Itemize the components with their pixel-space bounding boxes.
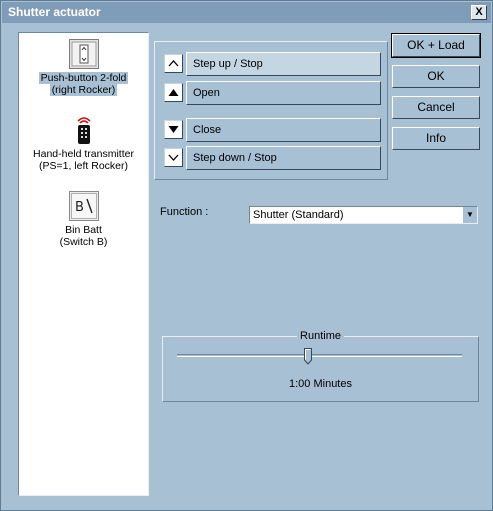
device-sublabel: (PS=1, left Rocker) bbox=[39, 160, 128, 172]
device-sublabel: (right Rocker) bbox=[49, 84, 118, 96]
close-shutter-button[interactable]: Close bbox=[186, 118, 381, 142]
cancel-button[interactable]: Cancel bbox=[392, 96, 480, 119]
runtime-slider-track[interactable] bbox=[177, 354, 462, 357]
runtime-value: 1:00 Minutes bbox=[289, 378, 352, 390]
shutter-actuator-dialog: Shutter actuator X Push-button 2-fold (r… bbox=[0, 0, 493, 511]
action-step-up[interactable]: Step up / Stop bbox=[164, 52, 381, 76]
function-select[interactable]: Shutter (Standard) ▼ bbox=[249, 206, 478, 224]
title-bar: Shutter actuator X bbox=[2, 2, 491, 23]
action-close[interactable]: Close bbox=[164, 118, 381, 142]
svg-text:B: B bbox=[75, 200, 84, 215]
remote-control-icon bbox=[76, 117, 91, 144]
device-item-bin-batt[interactable]: B Bin Batt (Switch B) bbox=[19, 191, 148, 248]
push-button-icon bbox=[68, 39, 99, 69]
switch-b-icon: B bbox=[68, 191, 99, 221]
step-down-stop-button[interactable]: Step down / Stop bbox=[186, 146, 381, 170]
device-label: Hand-held transmitter bbox=[33, 148, 134, 160]
device-item-push-button[interactable]: Push-button 2-fold (right Rocker) bbox=[19, 39, 148, 96]
device-sublabel: (Switch B) bbox=[59, 236, 108, 248]
device-label: Push-button 2-fold bbox=[38, 72, 129, 84]
step-up-stop-button[interactable]: Step up / Stop bbox=[186, 52, 381, 76]
function-value: Shutter (Standard) bbox=[253, 209, 344, 221]
chevron-down-icon[interactable]: ▼ bbox=[462, 207, 477, 223]
device-list[interactable]: Push-button 2-fold (right Rocker) Hand-h… bbox=[18, 32, 149, 496]
chevron-down-filled-icon[interactable] bbox=[164, 120, 183, 139]
device-label: Bin Batt bbox=[65, 224, 102, 236]
close-icon: X bbox=[475, 6, 483, 18]
ok-load-button[interactable]: OK + Load bbox=[391, 33, 481, 58]
runtime-slider-thumb[interactable] bbox=[304, 348, 313, 365]
open-button[interactable]: Open bbox=[186, 81, 381, 105]
actions-panel: Step up / Stop Open Close Step down / St… bbox=[154, 41, 388, 180]
function-label: Function : bbox=[160, 206, 209, 218]
chevron-up-filled-icon[interactable] bbox=[164, 83, 183, 102]
close-button[interactable]: X bbox=[471, 5, 487, 20]
chevron-down-outline-icon[interactable] bbox=[164, 148, 183, 167]
action-open[interactable]: Open bbox=[164, 81, 381, 105]
chevron-up-outline-icon[interactable] bbox=[164, 54, 183, 73]
runtime-title: Runtime bbox=[297, 330, 344, 342]
window-title: Shutter actuator bbox=[8, 5, 101, 19]
action-step-down[interactable]: Step down / Stop bbox=[164, 146, 381, 170]
device-item-hand-held-transmitter[interactable]: Hand-held transmitter (PS=1, left Rocker… bbox=[19, 115, 148, 172]
info-button[interactable]: Info bbox=[392, 127, 480, 150]
runtime-group: Runtime 1:00 Minutes bbox=[162, 330, 479, 402]
ok-button[interactable]: OK bbox=[392, 65, 480, 88]
